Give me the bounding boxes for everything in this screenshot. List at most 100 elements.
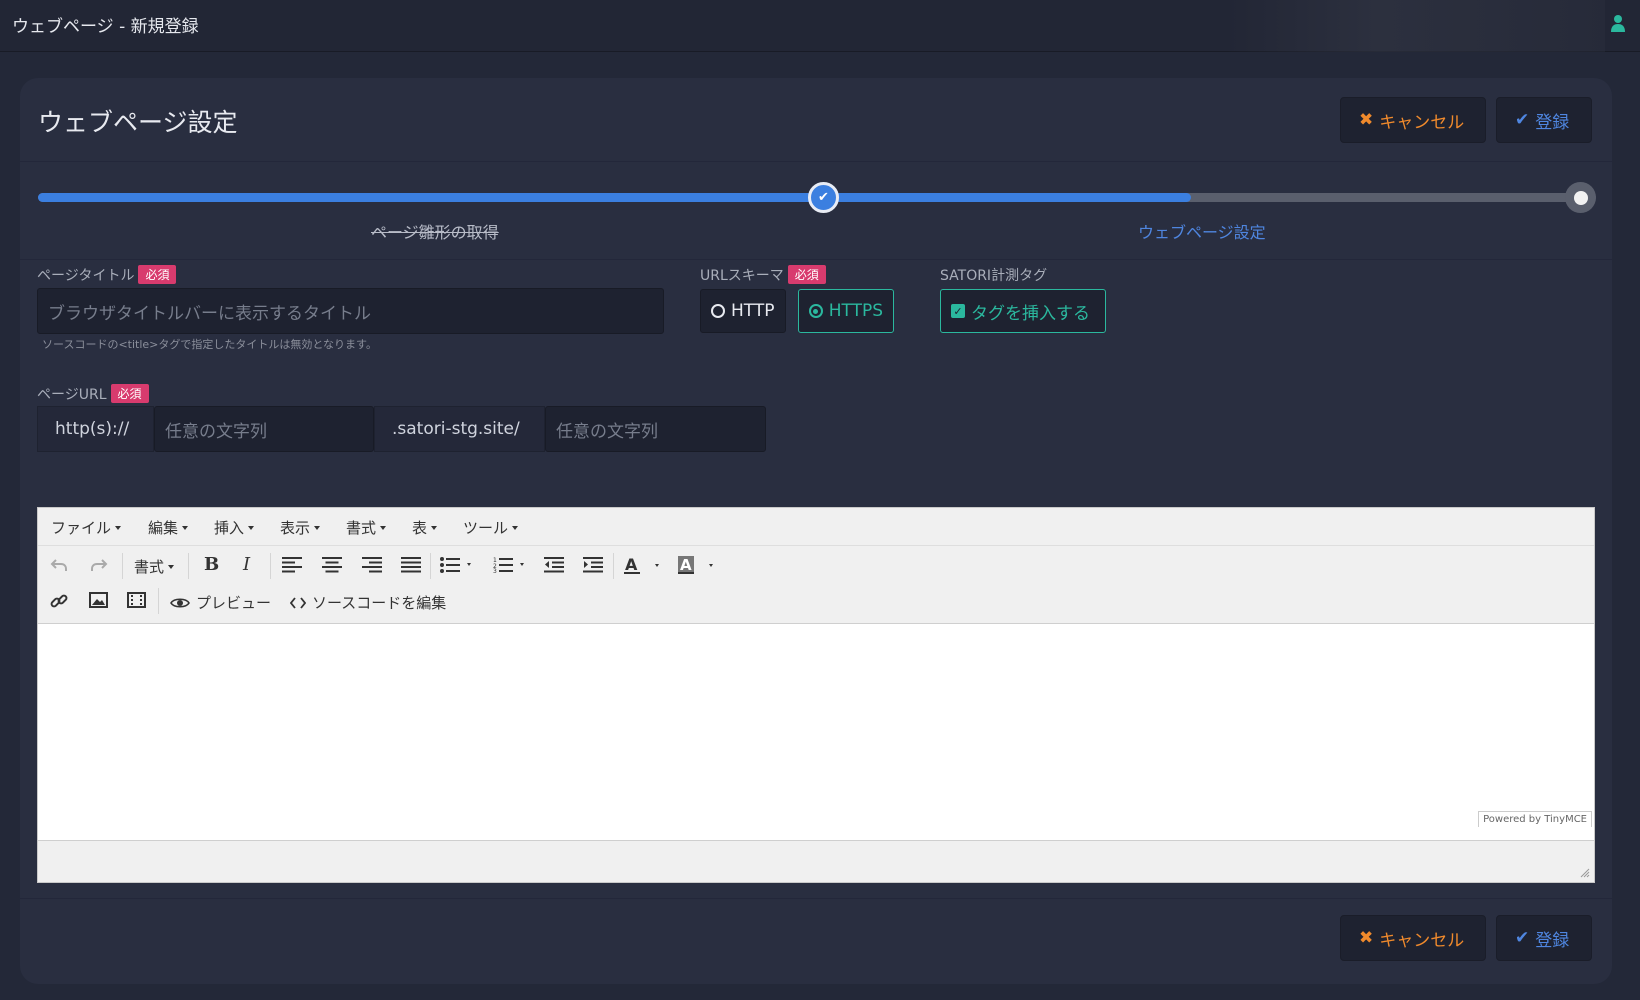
step-1-label[interactable]: ページ雛形の取得 xyxy=(371,219,499,243)
cancel-label: キャンセル xyxy=(1379,112,1465,133)
toolbar-separator xyxy=(122,553,123,579)
settings-card: ウェブページ設定 ✖ キャンセル ✔ 登録 ✔ ページ雛形の取得 ウェブページ設… xyxy=(20,78,1612,984)
check-icon: ✔ xyxy=(1515,110,1530,130)
page-url-label-text: ページURL xyxy=(37,387,107,403)
step-current-indicator xyxy=(1573,190,1588,205)
chevron-down-icon xyxy=(115,526,122,530)
chevron-down-icon xyxy=(314,526,321,530)
editor-statusbar xyxy=(38,841,1594,882)
align-right-icon[interactable] xyxy=(362,557,382,573)
menu-edit-label: 編集 xyxy=(148,519,179,537)
image-icon[interactable] xyxy=(89,592,108,608)
required-badge: 必須 xyxy=(787,265,826,284)
radio-unchecked-icon xyxy=(711,304,725,318)
menu-format[interactable]: 書式 xyxy=(346,517,387,538)
user-icon[interactable] xyxy=(1610,14,1626,32)
cancel-label: キャンセル xyxy=(1379,930,1465,951)
outdent-icon[interactable] xyxy=(544,557,564,573)
subdomain-placeholder: 任意の文字列 xyxy=(165,421,267,442)
svg-text:3: 3 xyxy=(493,568,497,573)
domain-addon: .satori-stg.site/ xyxy=(374,406,545,452)
divider xyxy=(20,259,1612,260)
rich-text-editor: ファイル 編集 挿入 表示 書式 表 ツール 書式 B I 1 2 3 A A … xyxy=(37,507,1595,883)
close-icon: ✖ xyxy=(1359,110,1374,130)
editor-content-area[interactable] xyxy=(38,623,1594,841)
menu-edit[interactable]: 編集 xyxy=(148,517,189,538)
undo-icon[interactable] xyxy=(50,556,68,574)
page-title-label-text: ページタイトル xyxy=(37,268,135,284)
progress-stepper: ✔ ページ雛形の取得 ウェブページ設定 xyxy=(38,182,1596,242)
submit-button[interactable]: ✔ 登録 xyxy=(1496,97,1592,143)
text-color-icon[interactable]: A xyxy=(624,555,664,575)
bold-icon[interactable]: B xyxy=(204,554,219,575)
align-center-icon[interactable] xyxy=(322,557,342,573)
check-icon: ✔ xyxy=(818,190,829,205)
menu-tools[interactable]: ツール xyxy=(463,517,519,538)
path-placeholder: 任意の文字列 xyxy=(556,421,658,442)
chevron-down-icon xyxy=(431,526,438,530)
scheme-https-radio[interactable]: HTTPS xyxy=(798,289,894,333)
required-badge: 必須 xyxy=(110,384,149,403)
menu-table[interactable]: 表 xyxy=(412,517,438,538)
page-title: ウェブページ設定 xyxy=(38,108,238,137)
submit-label: 登録 xyxy=(1535,112,1570,133)
progress-fill xyxy=(38,193,1191,202)
cancel-button[interactable]: ✖ キャンセル xyxy=(1340,97,1486,143)
bullet-list-icon[interactable] xyxy=(440,557,472,573)
tracking-tag-label: SATORI計測タグ xyxy=(940,268,1048,284)
source-code-button[interactable]: ソースコードを編集 xyxy=(290,592,446,613)
link-icon[interactable] xyxy=(50,592,68,610)
submit-button-footer[interactable]: ✔ 登録 xyxy=(1496,915,1592,961)
path-input[interactable]: 任意の文字列 xyxy=(545,406,766,452)
check-icon: ✔ xyxy=(1515,928,1530,948)
resize-handle-icon[interactable] xyxy=(1580,868,1590,878)
align-left-icon[interactable] xyxy=(282,557,302,573)
menu-tools-label: ツール xyxy=(463,519,509,537)
numbered-list-icon[interactable]: 123 xyxy=(493,557,525,573)
chevron-down-icon xyxy=(182,526,189,530)
insert-tag-label: タグを挿入する xyxy=(971,303,1090,324)
media-icon[interactable] xyxy=(127,592,146,608)
format-dropdown[interactable]: 書式 xyxy=(134,556,175,577)
step-1-marker[interactable]: ✔ xyxy=(808,182,839,213)
chevron-down-icon xyxy=(168,564,175,569)
menu-view-label: 表示 xyxy=(280,519,311,537)
url-scheme-label: URLスキーマ 必須 xyxy=(700,265,826,285)
powered-by-link[interactable]: Powered by TinyMCE xyxy=(1478,811,1592,827)
page-title-label: ページタイトル 必須 xyxy=(37,265,177,285)
code-icon xyxy=(290,596,306,609)
align-justify-icon[interactable] xyxy=(401,557,421,573)
menu-file[interactable]: ファイル xyxy=(51,517,122,538)
header-area xyxy=(1225,0,1605,52)
preview-button[interactable]: プレビュー xyxy=(170,592,271,613)
top-bar: ウェブページ - 新規登録 xyxy=(0,0,1640,52)
toolbar-separator xyxy=(188,553,189,579)
editor-menubar: ファイル 編集 挿入 表示 書式 表 ツール xyxy=(38,508,1594,546)
toolbar-separator xyxy=(158,588,159,614)
svg-text:A: A xyxy=(625,555,638,574)
italic-icon[interactable]: I xyxy=(243,554,250,575)
eye-icon xyxy=(170,597,190,608)
required-badge: 必須 xyxy=(138,265,177,284)
background-color-icon[interactable]: A xyxy=(678,555,718,575)
menu-insert-label: 挿入 xyxy=(214,519,245,537)
card-header: ウェブページ設定 ✖ キャンセル ✔ 登録 xyxy=(20,78,1612,162)
insert-tag-checkbox[interactable]: ✓ タグを挿入する xyxy=(940,289,1106,333)
window-title: ウェブページ - 新規登録 xyxy=(12,17,199,37)
url-scheme-label-text: URLスキーマ xyxy=(700,268,784,284)
divider xyxy=(20,898,1612,899)
chevron-down-icon xyxy=(248,526,255,530)
page-title-help: ソースコードの<title>タグで指定したタイトルは無効となります。 xyxy=(42,338,377,351)
editor-toolbar-row-2: プレビュー ソースコードを編集 xyxy=(38,584,1594,620)
menu-insert[interactable]: 挿入 xyxy=(214,517,255,538)
indent-icon[interactable] xyxy=(583,557,603,573)
redo-icon[interactable] xyxy=(90,556,108,574)
chevron-down-icon xyxy=(512,526,519,530)
page-title-input[interactable]: ブラウザタイトルバーに表示するタイトル xyxy=(37,288,664,334)
toolbar-separator xyxy=(270,553,271,579)
scheme-http-radio[interactable]: HTTP xyxy=(700,289,786,333)
cancel-button-footer[interactable]: ✖ キャンセル xyxy=(1340,915,1486,961)
menu-view[interactable]: 表示 xyxy=(280,517,321,538)
preview-label: プレビュー xyxy=(196,594,272,612)
subdomain-input[interactable]: 任意の文字列 xyxy=(154,406,374,452)
